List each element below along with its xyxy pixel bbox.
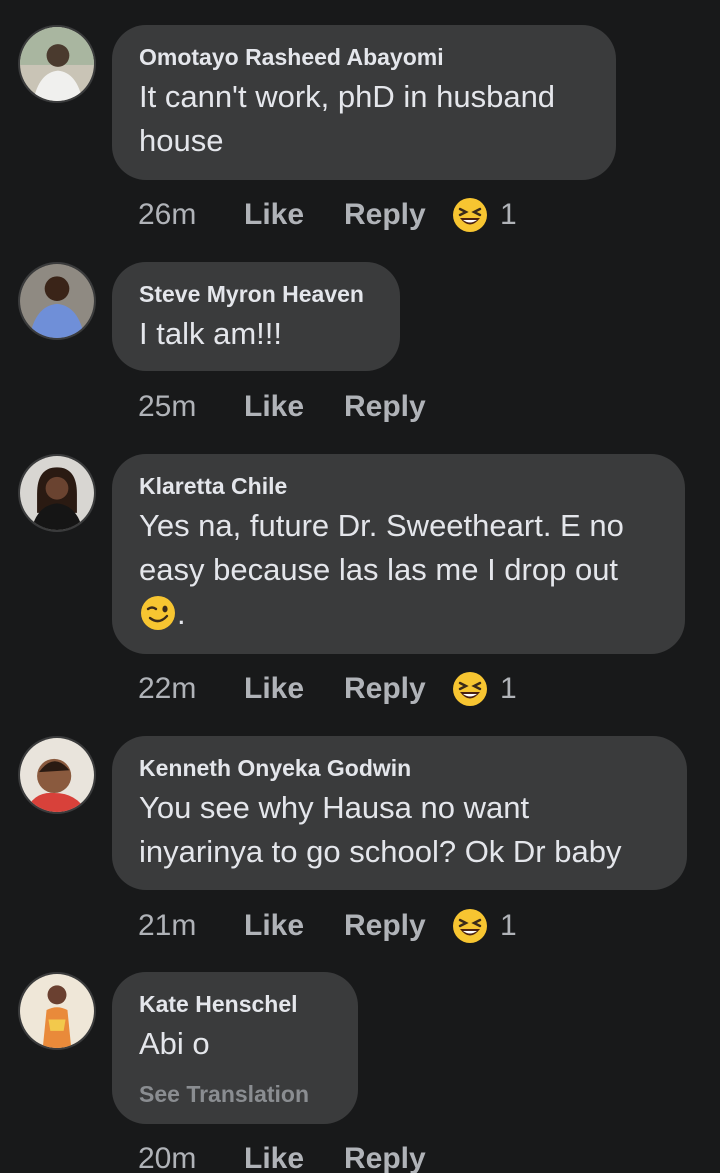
comment-bubble[interactable]: Kate Henschel Abi o See Translation bbox=[112, 972, 358, 1124]
like-button[interactable]: Like bbox=[244, 909, 344, 943]
comment-actions: 20m Like Reply bbox=[138, 1139, 452, 1173]
reaction-summary[interactable]: 1 bbox=[452, 671, 517, 707]
laughing-emoji-icon bbox=[453, 672, 487, 706]
profile-photo-icon bbox=[20, 456, 94, 530]
comment-bubble[interactable]: Kenneth Onyeka Godwin You see why Hausa … bbox=[112, 736, 687, 890]
laughing-emoji-icon bbox=[453, 198, 487, 232]
reaction-count: 1 bbox=[500, 198, 517, 231]
profile-photo-icon bbox=[20, 974, 94, 1048]
like-button[interactable]: Like bbox=[244, 1142, 344, 1173]
comment-actions: 22m Like Reply 1 bbox=[138, 669, 517, 709]
timestamp[interactable]: 21m bbox=[138, 909, 244, 943]
reaction-summary[interactable]: 1 bbox=[452, 908, 517, 944]
author-name[interactable]: Kenneth Onyeka Godwin bbox=[139, 754, 659, 782]
timestamp[interactable]: 25m bbox=[138, 390, 244, 424]
author-name[interactable]: Omotayo Rasheed Abayomi bbox=[139, 43, 588, 71]
author-name[interactable]: Steve Myron Heaven bbox=[139, 280, 372, 308]
reaction-summary[interactable]: 1 bbox=[452, 197, 517, 233]
comment-text-suffix: . bbox=[177, 596, 186, 631]
comment-text: It cann't work, phD in husband house bbox=[139, 79, 556, 158]
comment-actions: 26m Like Reply 1 bbox=[138, 195, 517, 235]
comment-text-body: Yes na, future Dr. Sweetheart. E no easy… bbox=[139, 508, 624, 587]
reply-button[interactable]: Reply bbox=[344, 198, 452, 232]
reply-button[interactable]: Reply bbox=[344, 390, 452, 424]
comment-text: I talk am!!! bbox=[139, 316, 282, 351]
comment-actions: 25m Like Reply bbox=[138, 387, 452, 427]
timestamp[interactable]: 20m bbox=[138, 1142, 244, 1173]
profile-photo-icon bbox=[20, 27, 94, 101]
see-translation-link[interactable]: See Translation bbox=[139, 1080, 330, 1108]
like-button[interactable]: Like bbox=[244, 672, 344, 706]
timestamp[interactable]: 26m bbox=[138, 198, 244, 232]
like-button[interactable]: Like bbox=[244, 198, 344, 232]
avatar[interactable] bbox=[18, 262, 96, 340]
laughing-emoji-icon bbox=[453, 909, 487, 943]
author-name[interactable]: Klaretta Chile bbox=[139, 472, 657, 500]
like-button[interactable]: Like bbox=[244, 390, 344, 424]
avatar[interactable] bbox=[18, 736, 96, 814]
reaction-count: 1 bbox=[500, 909, 517, 942]
reaction-count: 1 bbox=[500, 672, 517, 705]
avatar[interactable] bbox=[18, 972, 96, 1050]
comment-actions: 21m Like Reply 1 bbox=[138, 906, 517, 946]
winking-face-icon bbox=[141, 596, 175, 630]
comment-text: Yes na, future Dr. Sweetheart. E no easy… bbox=[139, 504, 657, 636]
reply-button[interactable]: Reply bbox=[344, 672, 452, 706]
timestamp[interactable]: 22m bbox=[138, 672, 244, 706]
comment-bubble[interactable]: Steve Myron Heaven I talk am!!! bbox=[112, 262, 400, 371]
comments-thread: Omotayo Rasheed Abayomi It cann't work, … bbox=[0, 0, 720, 1173]
profile-photo-icon bbox=[20, 264, 94, 338]
profile-photo-icon bbox=[20, 738, 94, 812]
comment-bubble[interactable]: Omotayo Rasheed Abayomi It cann't work, … bbox=[112, 25, 616, 180]
reply-button[interactable]: Reply bbox=[344, 1142, 452, 1173]
avatar[interactable] bbox=[18, 454, 96, 532]
comment-text: You see why Hausa no want inyarinya to g… bbox=[139, 790, 622, 869]
avatar[interactable] bbox=[18, 25, 96, 103]
author-name[interactable]: Kate Henschel bbox=[139, 990, 330, 1018]
comment-text: Abi o bbox=[139, 1026, 210, 1061]
comment-bubble[interactable]: Klaretta Chile Yes na, future Dr. Sweeth… bbox=[112, 454, 685, 654]
reply-button[interactable]: Reply bbox=[344, 909, 452, 943]
